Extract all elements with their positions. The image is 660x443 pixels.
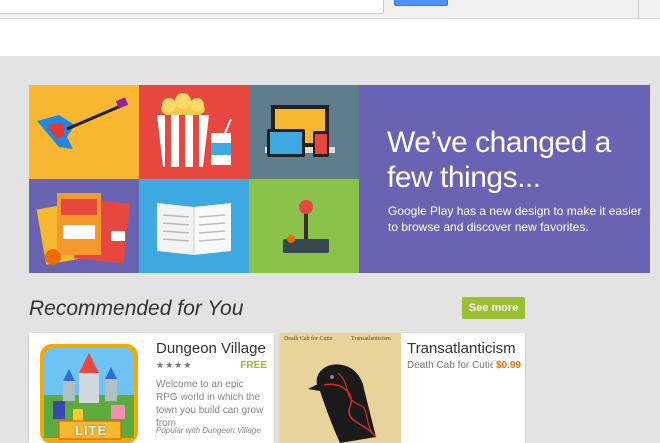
lite-label: LITE <box>75 423 108 438</box>
rating-stars: ★★★★ <box>156 360 193 370</box>
promo-description: Google Play has a new design to make it … <box>388 204 642 234</box>
promo-banner[interactable]: We’ve changed a few things... Google Pla… <box>29 85 650 273</box>
books-tile <box>139 179 249 273</box>
see-more-button[interactable]: See more <box>462 297 525 319</box>
topbar-divider <box>638 0 639 18</box>
app-footer-note: Popular with Dungeon Village <box>156 426 261 435</box>
header-strip <box>0 19 660 56</box>
promo-panel: We’ve changed a few things... Google Pla… <box>359 85 650 273</box>
games-tile <box>249 179 359 273</box>
top-bar <box>0 0 660 19</box>
price-label[interactable]: FREE <box>240 360 267 371</box>
devices-icon <box>265 105 335 157</box>
album-card-transatlanticism[interactable]: Death Cab for Cutie Transatlanticism Tra… <box>280 333 525 443</box>
price-label[interactable]: $0.99 <box>496 360 521 371</box>
joystick-icon <box>283 200 329 253</box>
album-title[interactable]: Transatlanticism <box>407 340 525 357</box>
magazine-icon <box>36 193 130 265</box>
promo-title: We’ve changed a few things... <box>387 126 611 194</box>
music-tile <box>29 85 139 179</box>
app-card-dungeon-village[interactable]: LITE Dungeon Village ★★★★ FREE Welcome t… <box>29 333 274 443</box>
popcorn-icon <box>157 93 232 167</box>
guitar-icon <box>37 97 129 149</box>
search-input[interactable] <box>0 0 384 14</box>
app-icon: LITE <box>29 333 150 443</box>
devices-tile <box>249 85 359 179</box>
search-button[interactable] <box>394 0 448 6</box>
app-title[interactable]: Dungeon Village <box>156 340 274 357</box>
movies-tile <box>139 85 249 179</box>
bird-icon <box>308 364 377 443</box>
book-icon <box>157 203 231 255</box>
album-art-title: Transatlanticism <box>351 336 391 342</box>
app-description: Welcome to an epic RPG world in which th… <box>156 379 264 429</box>
album-art: Death Cab for Cutie Transatlanticism <box>280 333 401 443</box>
magazines-tile <box>29 179 139 273</box>
album-artist[interactable]: Death Cab for Cutie <box>407 360 493 371</box>
section-title: Recommended for You <box>29 297 244 320</box>
album-art-artist: Death Cab for Cutie <box>284 336 333 342</box>
